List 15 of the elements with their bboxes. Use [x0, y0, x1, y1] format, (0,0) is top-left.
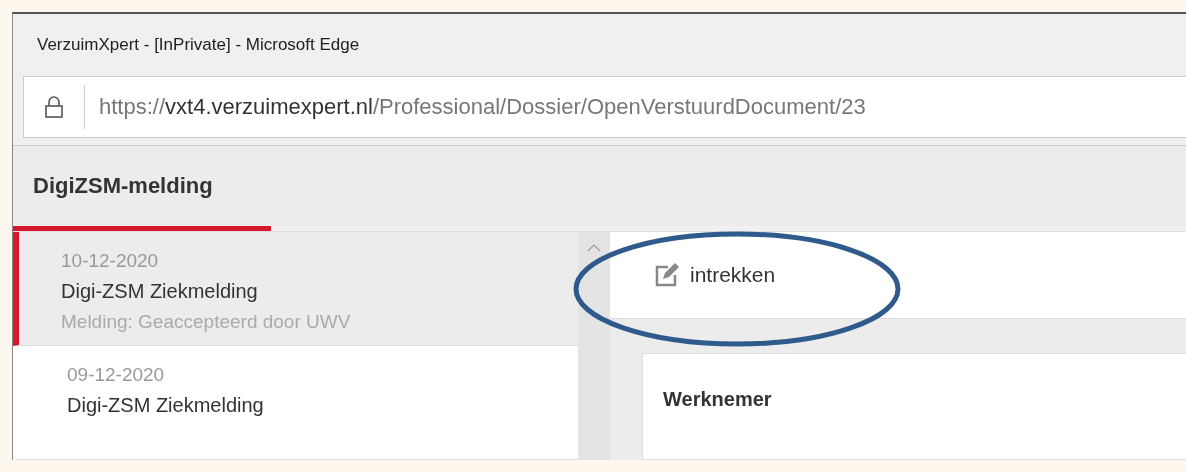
address-bar[interactable]: https://vxt4.verzuimexpert.nl/Professional/Dossier/OpenVerstuurdDocument/23: [23, 76, 1186, 138]
page-heading: DigiZSM-melding: [33, 173, 213, 199]
lock-icon: [44, 95, 64, 119]
item-title: Digi-ZSM Ziekmelding: [67, 394, 265, 417]
url-text: https://vxt4.verzuimexpert.nl/Professional/Dossier/OpenVerstuurdDocument/23: [98, 94, 866, 120]
list-item[interactable]: 10-12-2020 Digi-ZSM Ziekmelding Melding: Geaccepteerd door UWV: [13, 232, 578, 346]
item-date: 10-12-2020: [61, 250, 160, 272]
window-title: VerzuimXpert - [InPrivate] - Microsoft Edge: [37, 35, 360, 55]
withdraw-button[interactable]: intrekken: [654, 263, 776, 287]
card-heading: Werknemer: [663, 388, 772, 410]
item-title: Digi-ZSM Ziekmelding: [61, 280, 259, 303]
scrollbar[interactable]: [578, 232, 610, 460]
item-status: Melding: Geaccepteerd door UWV: [61, 311, 352, 333]
edit-icon: [654, 263, 680, 287]
item-date: 09-12-2020: [67, 364, 166, 386]
